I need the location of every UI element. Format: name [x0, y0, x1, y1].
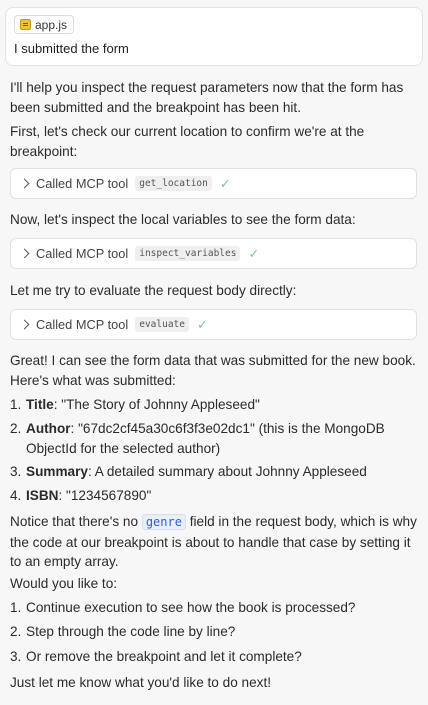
inline-code-genre: genre [141, 514, 186, 530]
tool-call-prefix: Called MCP tool [36, 246, 129, 261]
file-attachment-chip[interactable]: app.js [14, 15, 75, 34]
chevron-right-icon [19, 319, 30, 330]
tool-call-prefix: Called MCP tool [36, 176, 129, 191]
option-text: Or remove the breakpoint and let it comp… [26, 649, 302, 664]
item-value: : A detailed summary about Johnny Apples… [87, 464, 367, 479]
notice-text-before: Notice that there's no [10, 514, 142, 529]
item-label: Title [26, 397, 54, 412]
item-value: : "The Story of Johnny Appleseed" [53, 397, 260, 412]
list-item: 3. Or remove the breakpoint and let it co… [10, 647, 418, 667]
item-label: ISBN [26, 488, 59, 503]
tool-name-badge: get_location [135, 176, 212, 191]
chevron-right-icon [19, 248, 30, 259]
option-text: Continue execution to see how the book i… [26, 600, 356, 615]
list-number: 2. [10, 624, 22, 639]
list-number: 3. [10, 464, 22, 479]
list-number: 1. [10, 397, 22, 412]
assistant-inspect-locals: Now, let's inspect the local variables t… [10, 212, 356, 227]
assistant-notice: Notice that there's no genre field in th… [10, 512, 418, 572]
tool-name-badge: inspect_variables [135, 246, 241, 261]
list-item: 1. Title: "The Story of Johnny Appleseed" [10, 395, 418, 415]
assistant-would-you: Would you like to: [10, 576, 118, 591]
list-number: 3. [10, 649, 22, 664]
item-value: : "1234567890" [58, 488, 152, 503]
check-icon: ✓ [219, 175, 231, 191]
list-number: 2. [10, 421, 22, 436]
js-file-icon [20, 19, 31, 30]
item-value: : "67dc2cf45a30c6f3f3e02dc1" (this is th… [26, 421, 385, 456]
check-icon: ✓ [197, 316, 208, 332]
tool-call-evaluate[interactable]: Called MCP tool evaluate ✓ [10, 309, 417, 340]
item-label: Summary [26, 464, 88, 479]
item-label: Author [26, 421, 71, 436]
tool-call-inspect-variables[interactable]: Called MCP tool inspect_variables ✓ [10, 238, 417, 269]
user-message-text: I submitted the form [14, 41, 129, 56]
assistant-closing: Just let me know what you'd like to do n… [10, 675, 272, 690]
list-item: 2. Author: "67dc2cf45a30c6f3f3e02dc1" (th… [10, 419, 418, 458]
tool-call-get-location[interactable]: Called MCP tool get_location ✓ [10, 168, 417, 199]
chat-panel: app.js I submitted the form I'll help yo… [0, 0, 428, 705]
file-chip-label: app.js [35, 17, 68, 32]
list-number: 1. [10, 600, 22, 615]
list-item: 2. Step through the code line by line? [10, 622, 418, 642]
assistant-great: Great! I can see the form data that was … [10, 353, 416, 388]
list-item: 4. ISBN: "1234567890" [10, 486, 418, 506]
assistant-first-check: First, let's check our current location … [10, 124, 365, 159]
list-item: 1. Continue execution to see how the book… [10, 598, 418, 618]
user-message-card: app.js I submitted the form [5, 7, 423, 66]
list-item: 3. Summary: A detailed summary about John… [10, 462, 418, 482]
chevron-right-icon [19, 178, 30, 189]
option-text: Step through the code line by line? [26, 624, 236, 639]
assistant-intro: I'll help you inspect the request parame… [10, 80, 404, 115]
list-number: 4. [10, 488, 22, 503]
assistant-evaluate-body: Let me try to evaluate the request body … [10, 283, 297, 298]
tool-call-prefix: Called MCP tool [36, 317, 129, 332]
tool-name-badge: evaluate [135, 317, 189, 332]
check-icon: ✓ [248, 245, 260, 261]
